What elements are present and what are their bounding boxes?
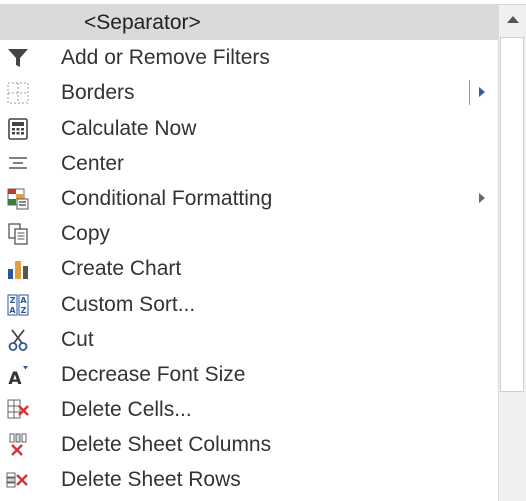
list-item-label: Decrease Font Size: [61, 362, 246, 386]
list-item-separator[interactable]: <Separator>: [0, 5, 498, 41]
list-item-label: Copy: [61, 222, 111, 246]
list-item-label: <Separator>: [84, 11, 201, 34]
svg-text:Z: Z: [10, 296, 16, 305]
list-item-label: Center: [61, 151, 125, 175]
list-item-decrease-font-size[interactable]: A Decrease Font Size: [0, 357, 498, 392]
commands-list[interactable]: <Separator> Add or Remove Filters Border…: [0, 5, 498, 501]
split-divider: [469, 80, 470, 106]
sort-icon: Z A A Z: [7, 294, 29, 315]
list-item-delete-sheet-columns[interactable]: Delete Sheet Columns: [0, 427, 498, 462]
scroll-thumb[interactable]: [500, 37, 524, 392]
list-item-copy[interactable]: Copy: [0, 216, 498, 251]
calculator-icon: [8, 117, 28, 140]
borders-icon: [7, 82, 29, 104]
svg-text:A: A: [20, 296, 27, 305]
scroll-up-button[interactable]: [499, 5, 526, 35]
chart-icon: [8, 261, 28, 280]
chevron-up-icon: [507, 16, 519, 23]
list-item-center[interactable]: Center: [0, 146, 498, 181]
list-item-label: Delete Sheet Columns: [61, 433, 272, 457]
list-item-label: Calculate Now: [61, 116, 197, 140]
scissors-icon: [8, 329, 28, 351]
vertical-scrollbar[interactable]: [498, 5, 526, 501]
svg-text:A: A: [8, 369, 22, 387]
list-item-calculate-now[interactable]: Calculate Now: [0, 111, 498, 146]
list-item-cut[interactable]: Cut: [0, 322, 498, 357]
filter-icon: [8, 49, 28, 68]
delete-rows-icon: [6, 472, 28, 488]
list-item-label: Create Chart: [61, 257, 182, 281]
list-item-label: Add or Remove Filters: [61, 46, 270, 70]
list-item-create-chart[interactable]: Create Chart: [0, 251, 498, 286]
decrease-font-icon: A: [8, 365, 28, 387]
submenu-arrow-icon: [479, 192, 485, 203]
conditional-formatting-icon: [7, 188, 29, 210]
list-item-label: Conditional Formatting: [61, 186, 273, 210]
commands-list-panel: <Separator> Add or Remove Filters Border…: [0, 0, 526, 501]
svg-text:Z: Z: [21, 306, 27, 315]
delete-cells-icon: [7, 399, 29, 419]
list-item-label: Custom Sort...: [61, 292, 196, 316]
list-item-label: Cut: [61, 327, 94, 351]
delete-columns-icon: [9, 433, 27, 457]
align-center-icon: [9, 157, 27, 169]
submenu-arrow-icon[interactable]: [479, 87, 485, 98]
list-item-add-or-remove-filters[interactable]: Add or Remove Filters: [0, 40, 498, 75]
list-item-borders[interactable]: Borders: [0, 75, 498, 110]
list-item-custom-sort[interactable]: Z A A Z Custom Sort...: [0, 287, 498, 322]
list-item-label: Delete Sheet Rows: [61, 468, 241, 492]
list-item-delete-cells[interactable]: Delete Cells...: [0, 392, 498, 427]
list-item-label: Borders: [61, 81, 135, 105]
list-item-label: Delete Cells...: [61, 398, 192, 422]
list-item-conditional-formatting[interactable]: Conditional Formatting: [0, 181, 498, 216]
svg-text:A: A: [9, 306, 16, 315]
list-item-delete-sheet-rows[interactable]: Delete Sheet Rows: [0, 462, 498, 497]
copy-icon: [8, 223, 28, 245]
